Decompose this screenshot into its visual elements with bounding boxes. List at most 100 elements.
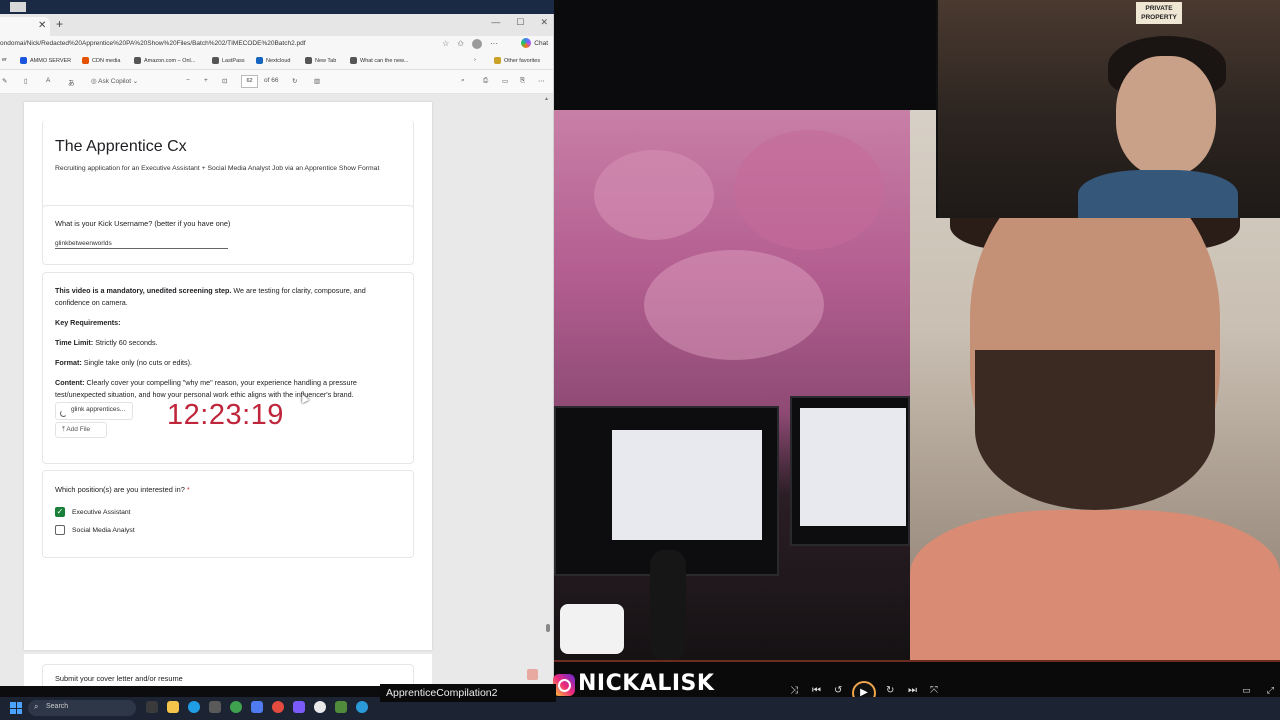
pdf-more-icon[interactable]: ⋯ — [538, 77, 545, 85]
cover-letter-question: Submit your cover letter and/or resume — [55, 674, 183, 683]
fullscreen-icon[interactable]: ⤢ — [1267, 685, 1274, 696]
position-card: Which position(s) are you interested in?… — [42, 470, 414, 558]
video-intro-text: This video is a mandatory, unedited scre… — [55, 286, 366, 307]
favorite-cdn-media[interactable]: CDN media — [82, 57, 120, 64]
chrome-icon[interactable] — [314, 701, 326, 713]
content-text: Content: Clearly cover your compelling "… — [55, 378, 357, 399]
app-icon[interactable] — [272, 701, 284, 713]
shuffle-icon[interactable]: ⤨ — [790, 685, 798, 696]
chat-label: Chat — [534, 39, 548, 47]
save-icon[interactable]: ▭ — [502, 77, 508, 85]
ask-copilot-button[interactable]: ◎ Ask Copilot ⌄ — [91, 77, 138, 85]
option-social-media-analyst[interactable]: Social Media Analyst — [55, 525, 135, 535]
pdf-toolbar: ✎ ▯ A あ ◎ Ask Copilot ⌄ − + ⊡ 62 of 66 ↻… — [0, 70, 553, 94]
rewind-icon[interactable]: ↺ — [834, 685, 842, 696]
copilot-icon — [521, 38, 532, 48]
pdf-page: The Apprentice Cx Recruiting application… — [24, 102, 432, 650]
address-bar[interactable]: ondomai/Nick/Redacted%20Apprentice%20PA%… — [0, 36, 553, 54]
more-menu-icon[interactable]: ⋯ — [490, 39, 498, 49]
repeat-off-icon[interactable]: ⤧ — [930, 685, 938, 696]
video-right-controls: ▭ ⤢ — [1242, 685, 1274, 696]
start-button[interactable] — [10, 702, 22, 714]
copilot-chat-button[interactable]: Chat — [521, 38, 548, 48]
checkbox-checked[interactable]: ✓ — [55, 507, 65, 517]
miniplayer-icon[interactable]: ▭ — [1242, 685, 1251, 696]
zoom-in-icon[interactable]: + — [204, 77, 208, 84]
blossom-cluster — [734, 130, 884, 250]
favorites-overflow-chevron-icon[interactable]: › — [474, 57, 476, 63]
page-number-input[interactable]: 62 — [241, 75, 258, 88]
time-limit-text: Time Limit: Strictly 60 seconds. — [55, 338, 158, 347]
app-icon[interactable] — [251, 701, 263, 713]
kick-username-answer[interactable]: glinkbetweenworlds — [55, 240, 112, 247]
read-aloud-icon[interactable]: A — [46, 77, 50, 84]
zoom-out-icon[interactable]: − — [186, 77, 190, 84]
search-pdf-icon[interactable]: ⌕ — [461, 77, 465, 85]
nextcloud-icon — [256, 57, 263, 64]
favorites-icon[interactable]: ✩ — [457, 39, 464, 49]
other-favorites[interactable]: Other favorites — [494, 57, 540, 64]
draw-icon[interactable]: ✎ — [2, 77, 7, 85]
favorite-what-can-the-new[interactable]: What can the new... — [350, 57, 408, 64]
checkbox-unchecked[interactable] — [55, 525, 65, 535]
video-top-letterbox — [554, 0, 936, 110]
taskbar-search[interactable]: ⌕ Search — [28, 700, 136, 716]
new-tab-icon[interactable]: + — [56, 17, 63, 31]
close-tab-icon[interactable]: ✕ — [38, 20, 46, 31]
desktop-top-strip — [0, 0, 560, 14]
file-explorer-icon[interactable] — [167, 701, 179, 713]
edge-icon[interactable] — [356, 701, 368, 713]
monitor-screen — [612, 430, 762, 540]
scroll-thumb[interactable] — [546, 624, 550, 632]
option-executive-assistant[interactable]: ✓ Executive Assistant — [55, 507, 131, 517]
favorite-new-tab[interactable]: New Tab — [305, 57, 336, 64]
host-shirt — [1078, 170, 1238, 218]
app-icon[interactable] — [335, 701, 347, 713]
adobe-acrobat-icon[interactable] — [527, 669, 538, 680]
maximize-icon[interactable]: ☐ — [516, 17, 524, 28]
blossom-cluster — [594, 150, 714, 240]
page-view-icon[interactable]: ▥ — [314, 77, 320, 85]
uploaded-file-chip[interactable]: glink apprentices... — [55, 402, 133, 420]
kick-username-question: What is your Kick Username? (better if y… — [55, 219, 231, 228]
video-progress-bar[interactable] — [554, 660, 1280, 662]
translate-icon[interactable]: あ — [68, 77, 75, 87]
next-icon[interactable]: ⏭ — [908, 685, 917, 696]
host-face — [1116, 56, 1216, 176]
task-view-icon[interactable] — [146, 701, 158, 713]
scroll-up-icon[interactable]: ▲ — [544, 96, 549, 102]
url-text[interactable]: ondomai/Nick/Redacted%20Apprentice%20PA%… — [0, 40, 306, 47]
forward-icon[interactable]: ↻ — [886, 685, 894, 696]
monitor-screen — [800, 408, 906, 526]
profile-avatar[interactable] — [472, 39, 482, 49]
favorite-nextcloud[interactable]: Nextcloud — [256, 57, 290, 64]
favorite-lastpass[interactable]: LastPass — [212, 57, 245, 64]
answer-underline — [55, 248, 228, 249]
favorite-star-icon[interactable]: ☆ — [442, 39, 449, 49]
favorite-ammo-server[interactable]: AMMO SERVER — [20, 57, 71, 64]
add-file-button[interactable]: ⤒ Add File — [55, 422, 107, 438]
pdf-scrollbar[interactable]: ▲ — [544, 94, 552, 664]
fit-page-icon[interactable]: ⊡ — [222, 77, 227, 85]
minimize-icon[interactable]: — — [491, 17, 500, 28]
favorite-amazon[interactable]: Amazon.com – Onl... — [134, 57, 195, 64]
store-icon[interactable] — [209, 701, 221, 713]
close-window-icon[interactable]: ✕ — [540, 17, 548, 28]
pdf-viewer: The Apprentice Cx Recruiting application… — [0, 94, 553, 686]
person-beard — [975, 350, 1215, 510]
search-icon: ⌕ — [34, 702, 39, 711]
browser-tab[interactable]: ✕ — [0, 17, 50, 36]
print-icon[interactable]: ⎙ — [483, 77, 488, 85]
save-as-icon[interactable]: ⎘ — [520, 77, 525, 85]
previous-icon[interactable]: ⏮ — [812, 685, 821, 696]
instagram-icon — [553, 674, 575, 696]
favorite-partial[interactable]: er — [2, 57, 7, 63]
rotate-icon[interactable]: ↻ — [292, 77, 297, 85]
reading-view-icon[interactable]: ▯ — [24, 77, 28, 85]
kick-username-card: What is your Kick Username? (better if y… — [42, 205, 414, 265]
browser-window: ✕ + — ☐ ✕ ondomai/Nick/Redacted%20Appren… — [0, 14, 554, 686]
discord-icon[interactable] — [293, 701, 305, 713]
cherry-blossom-background — [554, 110, 910, 660]
edge-icon[interactable] — [188, 701, 200, 713]
chrome-icon[interactable] — [230, 701, 242, 713]
